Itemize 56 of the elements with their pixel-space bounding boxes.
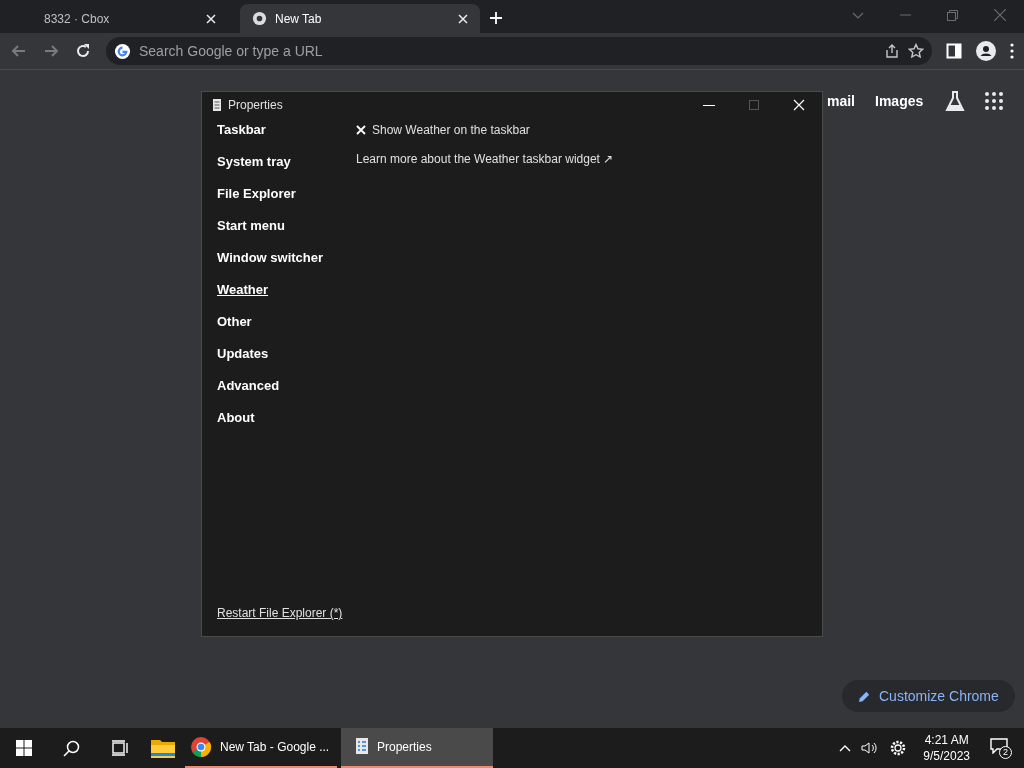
taskbar-app[interactable]: Properties (341, 728, 493, 768)
learn-more-link[interactable]: Learn more about the Weather taskbar widget ↗ (356, 150, 614, 168)
browser-tab[interactable]: New Tab (240, 4, 480, 33)
sidebar-item[interactable]: Weather (217, 274, 269, 306)
sidebar-item[interactable]: System tray (217, 146, 291, 178)
chrome-icon (190, 736, 212, 758)
weather-toggle[interactable]: Show Weather on the taskbar (356, 121, 614, 139)
google-icon (114, 42, 131, 60)
customize-chrome-button[interactable]: Customize Chrome (842, 680, 1015, 712)
speaker-icon[interactable] (861, 741, 878, 755)
properties-icon (212, 99, 222, 111)
browser-tab[interactable]: 8332 · Cbox (20, 4, 240, 33)
gmail-link[interactable]: mail (827, 90, 855, 112)
window-title: Properties (228, 97, 283, 114)
sidebar-item[interactable]: Start menu (217, 210, 285, 242)
clock-date: 9/5/2023 (923, 748, 970, 764)
notification-count: 2 (999, 746, 1012, 759)
sidebar-item[interactable]: Updates (217, 338, 269, 370)
flask-icon[interactable] (945, 90, 966, 112)
sidebar-item[interactable]: Taskbar (217, 114, 266, 146)
close-tab-icon[interactable] (458, 13, 468, 24)
settings-icon[interactable] (889, 739, 908, 757)
sidebar-item[interactable]: Other (217, 306, 252, 338)
star-icon[interactable] (908, 43, 924, 59)
folder-icon[interactable] (151, 738, 175, 758)
tab-search-icon[interactable] (852, 11, 864, 19)
sidebar-item[interactable]: File Explorer (217, 178, 296, 210)
restore-icon[interactable] (947, 9, 958, 21)
address-bar[interactable]: Search Google or type a URL (106, 37, 932, 65)
chevron-up-icon[interactable] (839, 744, 852, 752)
maximize-icon (749, 100, 759, 110)
menu-icon[interactable] (1010, 43, 1014, 59)
pencil-icon (858, 689, 871, 703)
taskbar-app[interactable]: New Tab - Google ... (185, 728, 337, 768)
restart-explorer-link[interactable]: Restart File Explorer (*) (217, 604, 342, 622)
notification-button[interactable]: 2 (990, 737, 1012, 759)
profile-icon[interactable] (976, 41, 996, 61)
start-icon[interactable] (16, 740, 32, 756)
properties-icon (355, 738, 369, 756)
clock-time: 4:21 AM (924, 732, 969, 748)
sidebar-item[interactable]: Window switcher (217, 242, 324, 274)
reload-icon[interactable] (74, 42, 92, 60)
sidebar-item[interactable]: About (217, 402, 255, 434)
task-view-icon[interactable] (111, 740, 129, 756)
side-panel-icon[interactable] (946, 43, 962, 59)
search-icon[interactable] (63, 739, 80, 757)
images-link[interactable]: Images (875, 90, 924, 112)
chat-icon (990, 738, 1008, 754)
sidebar-item[interactable]: Advanced (217, 370, 280, 402)
apps-grid-icon[interactable] (985, 92, 1004, 110)
close-icon[interactable] (793, 99, 805, 111)
close-browser-icon[interactable] (994, 9, 1006, 21)
new-tab-icon[interactable] (490, 12, 502, 24)
share-icon[interactable] (884, 43, 900, 59)
close-tab-icon[interactable] (206, 13, 216, 24)
chrome-icon (252, 11, 267, 26)
